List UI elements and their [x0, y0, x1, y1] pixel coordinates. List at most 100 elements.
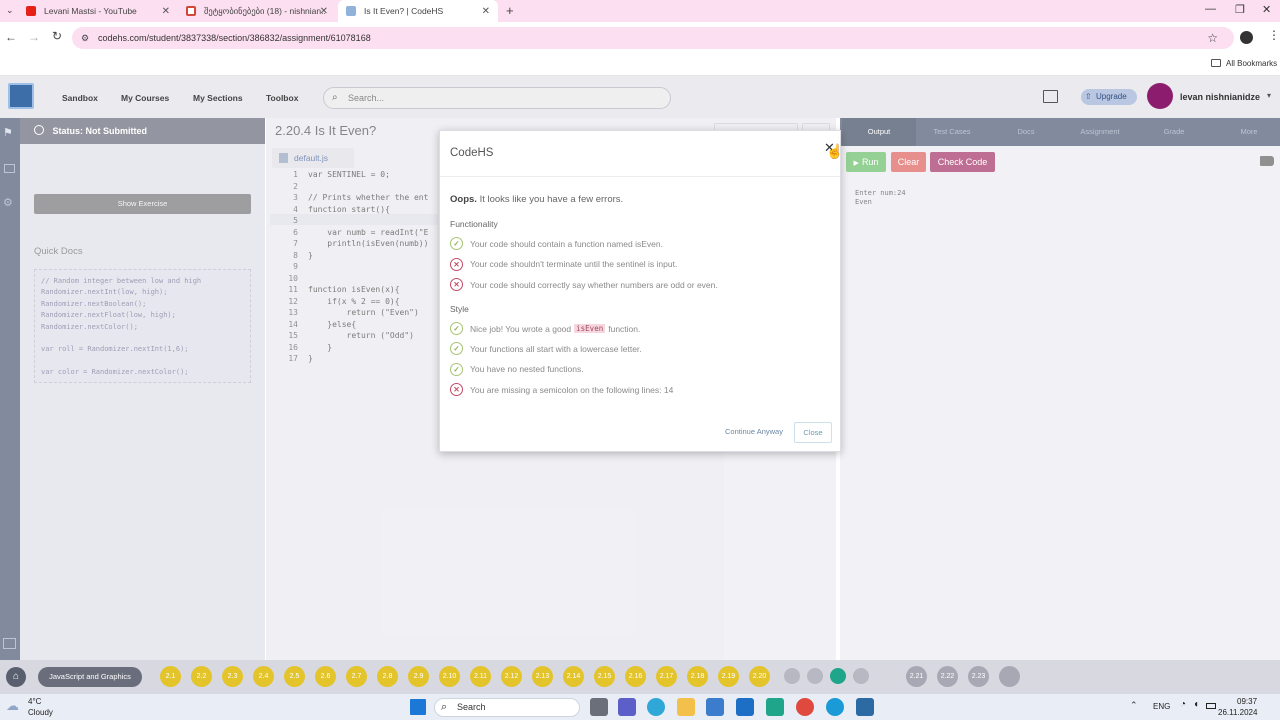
nav-my-courses[interactable]: My Courses [121, 93, 169, 103]
wifi-icon[interactable]: ◔ [1180, 699, 1186, 710]
file-explorer-icon[interactable] [677, 698, 695, 716]
url-input[interactable]: ⚙ codehs.com/student/3837338/section/386… [72, 27, 1234, 49]
new-tab-icon[interactable]: + [506, 3, 514, 18]
exercise-dot-locked[interactable]: 2.21 [906, 666, 927, 687]
reload-icon[interactable]: ↻ [52, 29, 62, 43]
tab-gmail[interactable]: შეტყობინებები (18) - nishnian... ✕ [178, 0, 336, 22]
exercise-dot[interactable]: 2.9 [408, 666, 429, 687]
check-text: Nice job! You wrote a good [470, 323, 572, 334]
exercise-dot[interactable]: 2.4 [253, 666, 274, 687]
exercise-dot[interactable]: 2.18 [687, 666, 708, 687]
exercise-dot[interactable]: 2.17 [656, 666, 677, 687]
start-icon[interactable] [410, 699, 426, 715]
user-menu-chevron-icon[interactable]: ▾ [1267, 91, 1271, 100]
exercise-dot[interactable]: 2.7 [346, 666, 367, 687]
forward-icon[interactable]: → [28, 30, 40, 44]
bookmarks-bar: All Bookmarks [0, 54, 1280, 76]
check-text: You have no nested functions. [470, 364, 584, 374]
bookmark-star-icon[interactable]: ☆ [1207, 27, 1218, 49]
language-indicator[interactable]: ENG [1153, 702, 1170, 711]
search-input[interactable]: ⌕ Search... [323, 87, 671, 109]
check-text: Your code should contain a function name… [470, 238, 663, 249]
teams-icon[interactable] [618, 698, 636, 716]
exercise-dot[interactable]: 2.13 [532, 666, 553, 687]
exercise-activity-icon[interactable] [830, 668, 846, 684]
weather-desc[interactable]: Cloudy [28, 708, 53, 717]
check-item: ✓ Your functions all start with a lowerca… [450, 342, 642, 355]
home-icon[interactable]: ⌂ [6, 667, 26, 687]
exercise-dot-locked[interactable]: 2.22 [937, 666, 958, 687]
edge-icon[interactable] [826, 698, 844, 716]
exercise-dot[interactable]: 2.12 [501, 666, 522, 687]
task-view-icon[interactable] [590, 698, 608, 716]
tab-youtube[interactable]: Levani Mastsi - YouTube ✕ [18, 0, 178, 22]
exercise-dot[interactable]: 2.15 [594, 666, 615, 687]
course-label[interactable]: JavaScript and Graphics [38, 667, 142, 687]
exercise-dot[interactable]: 2.6 [315, 666, 336, 687]
close-button[interactable]: Close [794, 422, 832, 443]
app-icon[interactable] [766, 698, 784, 716]
tray-chevron-icon[interactable]: ⌃ [1130, 700, 1138, 711]
copilot-icon[interactable] [647, 698, 665, 716]
nav-sandbox[interactable]: Sandbox [62, 93, 98, 103]
exercise-dot-locked[interactable]: 2.23 [968, 666, 989, 687]
all-bookmarks-link[interactable]: All Bookmarks [1226, 59, 1277, 68]
check-pass-icon: ✓ [450, 342, 463, 355]
exercise-dot[interactable]: 2.14 [563, 666, 584, 687]
remote-desktop-icon[interactable] [856, 698, 874, 716]
minimize-icon[interactable]: — [1205, 3, 1216, 15]
exercise-dot[interactable]: 2.10 [439, 666, 460, 687]
outlook-icon[interactable] [736, 698, 754, 716]
back-icon[interactable]: ← [5, 30, 17, 44]
profile-icon[interactable] [1240, 31, 1253, 44]
exercise-dot[interactable]: 2.8 [377, 666, 398, 687]
close-tab-icon[interactable]: ✕ [320, 6, 328, 17]
codehs-logo[interactable] [8, 83, 34, 109]
weather-icon[interactable]: ☁ [6, 698, 19, 714]
volume-icon[interactable]: ◖ [1193, 699, 1199, 710]
close-tab-icon[interactable]: ✕ [162, 6, 170, 17]
exercise-dot[interactable]: 2.11 [470, 666, 491, 687]
check-item: ✕ Your code should correctly say whether … [450, 278, 718, 291]
continue-anyway-link[interactable]: Continue Anyway [725, 427, 783, 436]
close-window-icon[interactable]: ✕ [1262, 3, 1271, 16]
modal-title: CodeHS [450, 147, 494, 159]
exercise-dot[interactable]: 2.3 [222, 666, 243, 687]
close-tab-icon[interactable]: ✕ [482, 6, 490, 17]
exercise-dot[interactable]: 2.19 [718, 666, 739, 687]
exercise-dot[interactable]: 2.1 [160, 666, 181, 687]
upgrade-button[interactable]: ⇧ Upgrade [1081, 89, 1137, 105]
functionality-heading: Functionality [450, 219, 498, 229]
exercise-final-icon[interactable] [999, 666, 1020, 687]
exercise-activity-icon[interactable] [784, 668, 800, 684]
exercise-activity-icon[interactable] [853, 668, 869, 684]
store-icon[interactable] [706, 698, 724, 716]
menu-icon[interactable]: ⋮ [1268, 28, 1280, 42]
exercise-dot[interactable]: 2.5 [284, 666, 305, 687]
tab-codehs[interactable]: Is It Even? | CodeHS ✕ [338, 0, 498, 22]
exercise-dot[interactable]: 2.20 [749, 666, 770, 687]
user-name[interactable]: levan nishnianidze [1180, 92, 1260, 102]
clock-date[interactable]: 26.11.2024 [1218, 708, 1257, 717]
check-pass-icon: ✓ [450, 362, 463, 376]
maximize-icon[interactable]: ❐ [1235, 3, 1245, 16]
exercise-activity-icon[interactable] [807, 668, 823, 684]
windows-taskbar: ☁ 4°C Cloudy ⌃ ENG ◔ ◖ 09:37 26.11.2024 [0, 694, 1280, 720]
windows-search-input[interactable]: ⌕ Search [434, 698, 580, 717]
nav-my-sections[interactable]: My Sections [193, 93, 243, 103]
exercise-dot[interactable]: 2.16 [625, 666, 646, 687]
check-fail-icon: ✕ [450, 257, 463, 271]
tab-list-chevron-icon[interactable]: ⌄ [6, 5, 14, 16]
battery-icon[interactable] [1206, 703, 1216, 709]
nav-toolbox[interactable]: Toolbox [266, 93, 298, 103]
weather-temp[interactable]: 4°C [28, 697, 41, 706]
clock-time[interactable]: 09:37 [1237, 697, 1257, 706]
site-info-icon[interactable]: ⚙ [81, 27, 89, 49]
check-item: ✕ You are missing a semicolon on the foll… [450, 383, 673, 396]
chrome-icon[interactable] [796, 698, 814, 716]
exercise-dot[interactable]: 2.2 [191, 666, 212, 687]
check-text: Your functions all start with a lowercas… [470, 343, 642, 354]
codehs-navbar: Sandbox My Courses My Sections Toolbox ⌕… [0, 76, 1280, 118]
calendar-icon[interactable] [1043, 90, 1058, 103]
avatar[interactable] [1147, 83, 1173, 109]
